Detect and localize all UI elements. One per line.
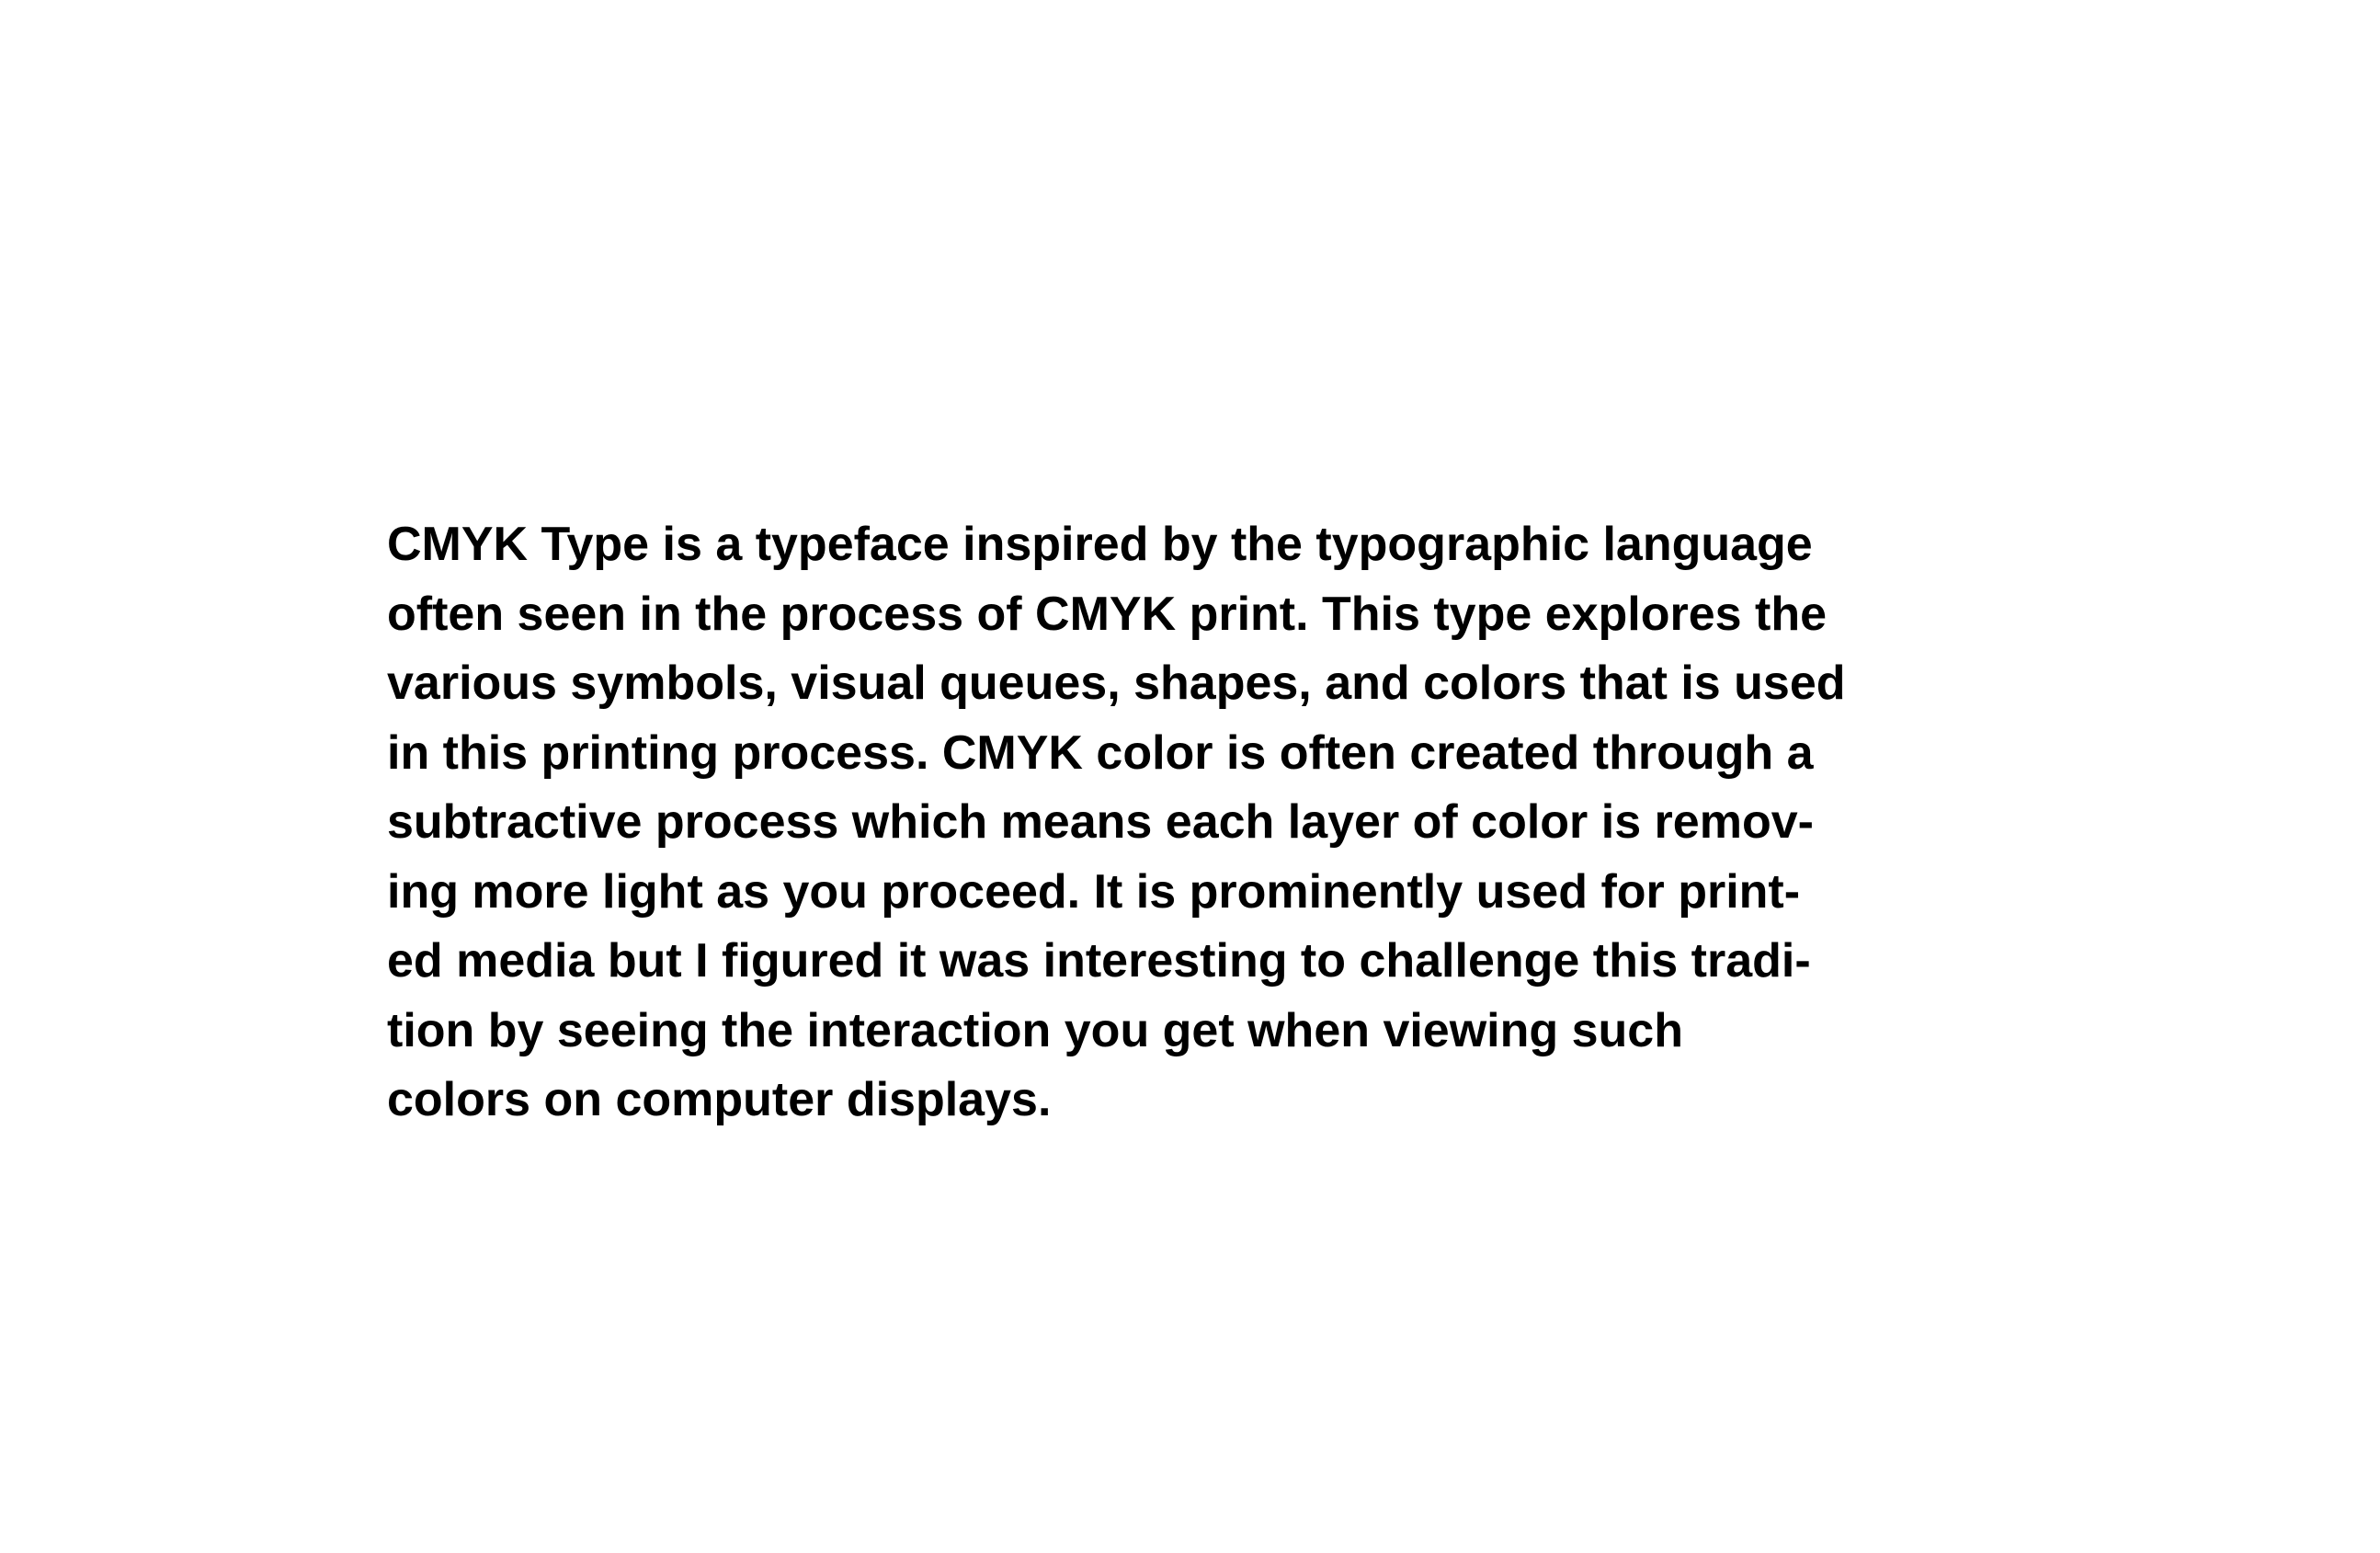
paragraph-line: ing more light as you proceed. It is pro… [387,864,1801,919]
paragraph-line: subtractive process which means each lay… [387,795,1814,849]
paragraph-line: colors on computer displays. [387,1073,1052,1126]
paragraph-line: tion by seeing the interaction you get w… [387,1003,1683,1057]
paragraph-line: various symbols, visual queues, shapes, … [387,657,1846,710]
paragraph-line: often seen in the process of CMYK print.… [387,587,1828,641]
description-paragraph: CMYK Type is a typeface inspired by the … [387,510,2042,1136]
paragraph-line: ed media but I figured it was interestin… [387,934,1811,988]
paragraph-line: CMYK Type is a typeface inspired by the … [387,518,1813,571]
paragraph-line: in this printing process. CMYK color is … [387,725,1814,780]
